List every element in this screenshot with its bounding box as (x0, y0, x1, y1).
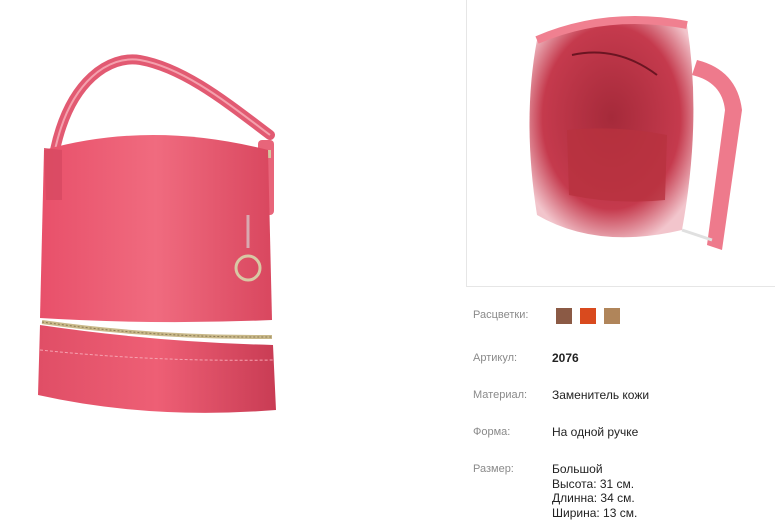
color-swatch-orange[interactable] (580, 308, 596, 324)
article-label: Артикул: (473, 352, 518, 364)
material-label: Материал: (473, 389, 528, 401)
article-value: 2076 (552, 351, 579, 365)
color-swatch-brown[interactable] (556, 308, 572, 324)
product-thumbnail-image[interactable] (466, 0, 775, 287)
shape-label: Форма: (473, 426, 511, 438)
size-line: Длинна: 34 см. (552, 491, 635, 505)
size-line: Большой (552, 462, 603, 476)
size-values: Большой Высота: 31 см. Длинна: 34 см. Ши… (552, 462, 637, 520)
size-line: Ширина: 13 см. (552, 505, 638, 520)
colors-label: Расцветки: (473, 309, 529, 321)
size-label: Размер: (473, 463, 514, 475)
shape-value: На одной ручке (552, 425, 639, 439)
product-main-image[interactable] (0, 0, 430, 480)
size-line: Высота: 31 см. (552, 476, 635, 491)
color-swatch-tan[interactable] (604, 308, 620, 324)
material-value: Заменитель кожи (552, 388, 650, 402)
